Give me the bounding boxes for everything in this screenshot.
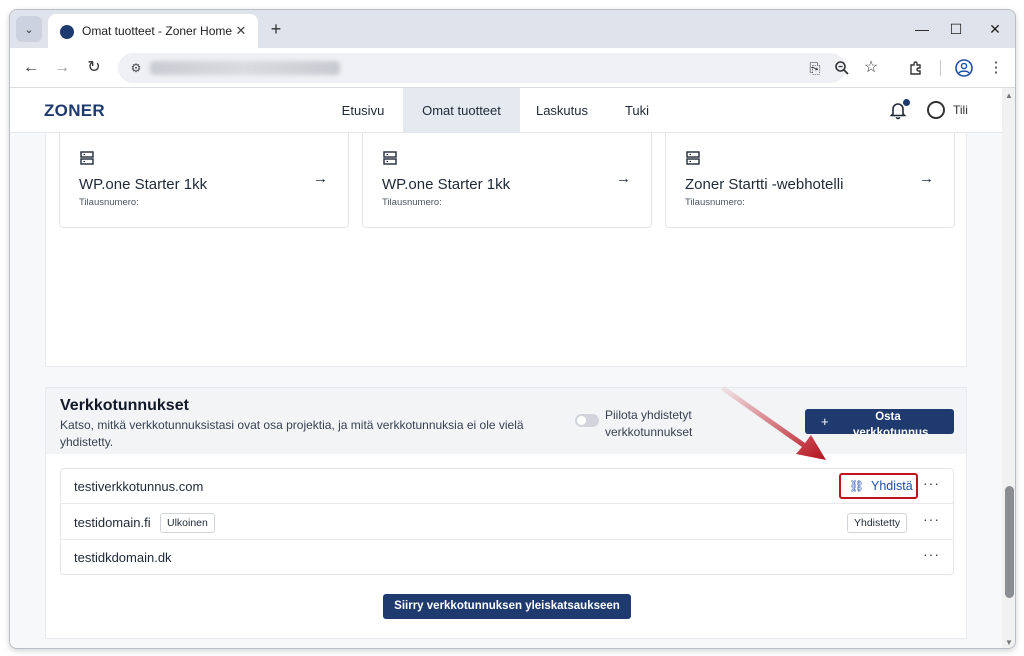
product-card[interactable]: WP.one Starter 1kk Tilausnumero: → <box>362 133 652 228</box>
zoom-icon[interactable] <box>834 60 850 76</box>
tab-omat-tuotteet[interactable]: Omat tuotteet - Zoner Home ✕ <box>48 14 258 48</box>
domain-name: testidkdomain.dk <box>74 550 172 565</box>
domain-row[interactable]: testidomain.fi Ulkoinen Yhdistetty ··· <box>61 505 953 540</box>
product-name: WP.one Starter 1kk <box>382 176 511 193</box>
more-options-button[interactable]: ··· <box>923 511 940 527</box>
domain-row[interactable]: testiverkkotunnus.com ⛓ Yhdistä ··· <box>61 469 953 504</box>
install-app-icon[interactable]: ⎘ <box>806 59 824 77</box>
domains-header: Verkkotunnukset Katso, mitkä verkkotunnu… <box>46 388 966 454</box>
minimize-button[interactable]: — <box>909 18 935 40</box>
domain-list: testiverkkotunnus.com ⛓ Yhdistä ··· test… <box>60 468 954 575</box>
buy-domain-label: Osta verkkotunnus <box>853 411 929 434</box>
product-card[interactable]: Zoner Startti -webhotelli Tilausnumero: … <box>665 133 955 228</box>
nav-laskutus[interactable]: Laskutus <box>527 88 597 133</box>
domain-name: testidomain.fi <box>74 515 151 530</box>
arrow-right-icon[interactable]: → <box>313 170 328 187</box>
nav-tuki[interactable]: Tuki <box>620 88 654 133</box>
scroll-down-icon[interactable]: ▼ <box>1005 638 1013 647</box>
hide-connected-toggle[interactable] <box>575 414 599 427</box>
domains-title: Verkkotunnukset <box>60 397 189 414</box>
link-icon: ⛓ <box>849 479 865 493</box>
arrow-right-icon[interactable]: → <box>616 170 631 187</box>
product-card[interactable]: WP.one Starter 1kk Tilausnumero: → <box>59 133 349 228</box>
url-text-blurred <box>150 61 340 75</box>
server-icon <box>80 151 94 165</box>
menu-icon[interactable]: ⋮ <box>985 57 1007 79</box>
notification-dot <box>903 99 910 106</box>
hide-connected-label[interactable]: Piilota yhdistetyt verkkotunnukset <box>605 407 725 441</box>
close-tab-icon[interactable]: ✕ <box>232 22 250 40</box>
page-scrollbar[interactable]: ▲ ▼ <box>1002 88 1015 648</box>
address-bar[interactable]: ⚙ ⎘ <box>118 53 846 83</box>
site-info-icon[interactable]: ⚙ <box>128 60 144 76</box>
account-label[interactable]: Tili <box>953 103 968 117</box>
order-number-label: Tilausnumero: <box>685 197 745 208</box>
arrow-left-icon[interactable]: ← <box>20 57 42 79</box>
connect-label: Yhdistä <box>871 479 913 493</box>
buy-domain-button[interactable]: + Osta verkkotunnus <box>805 409 954 434</box>
domain-row[interactable]: testidkdomain.dk ··· <box>61 540 953 575</box>
product-name: Zoner Startti -webhotelli <box>685 176 844 193</box>
tab-strip: ⌄ Omat tuotteet - Zoner Home ✕ + — ☐ ✕ <box>10 10 1015 48</box>
nav-omat-tuotteet[interactable]: Omat tuotteet <box>403 88 520 133</box>
reload-icon[interactable]: ↻ <box>83 57 105 79</box>
plus-icon: + <box>821 414 829 429</box>
domains-section: Verkkotunnukset Katso, mitkä verkkotunnu… <box>45 387 967 639</box>
profile-icon[interactable] <box>954 58 974 78</box>
arrow-right-icon[interactable]: → <box>51 57 73 79</box>
arrow-right-icon[interactable]: → <box>919 170 934 187</box>
bookmark-star-icon[interactable]: ☆ <box>860 57 882 79</box>
order-number-label: Tilausnumero: <box>382 197 442 208</box>
server-icon <box>686 151 700 165</box>
extensions-icon[interactable] <box>908 60 924 76</box>
toolbar-divider <box>940 60 941 76</box>
connect-button[interactable]: ⛓ Yhdistä <box>839 473 918 499</box>
scroll-thumb[interactable] <box>1005 486 1014 598</box>
product-name: WP.one Starter 1kk <box>79 176 208 193</box>
browser-window: ⌄ Omat tuotteet - Zoner Home ✕ + — ☐ ✕ ←… <box>9 9 1016 649</box>
tab-title: Omat tuotteet - Zoner Home <box>82 24 233 38</box>
products-panel: WP.one Starter 1kk Tilausnumero: → WP.on… <box>45 133 967 367</box>
domains-description: Katso, mitkä verkkotunnuksistasi ovat os… <box>60 418 524 449</box>
domain-overview-button[interactable]: Siirry verkkotunnuksen yleiskatsaukseen <box>383 594 631 619</box>
close-window-button[interactable]: ✕ <box>982 18 1008 40</box>
connected-badge: Yhdistetty <box>847 513 908 533</box>
page-viewport: ZONER Etusivu Omat tuotteet Laskutus Tuk… <box>10 88 1002 648</box>
new-tab-button[interactable]: + <box>265 18 287 40</box>
nav-etusivu[interactable]: Etusivu <box>330 88 396 133</box>
domain-name: testiverkkotunnus.com <box>74 479 204 494</box>
tab-search-button[interactable]: ⌄ <box>16 16 42 42</box>
server-icon <box>383 151 397 165</box>
order-number-label: Tilausnumero: <box>79 197 139 208</box>
toggle-knob <box>577 416 586 425</box>
site-header: ZONER Etusivu Omat tuotteet Laskutus Tuk… <box>10 88 1002 133</box>
browser-toolbar: ← → ↻ ⚙ ⎘ ☆ ⋮ <box>10 48 1015 88</box>
zoner-favicon-icon <box>60 25 74 39</box>
scroll-up-icon[interactable]: ▲ <box>1005 91 1013 100</box>
maximize-button[interactable]: ☐ <box>943 18 969 40</box>
zoner-logo[interactable]: ZONER <box>44 101 105 121</box>
more-options-button[interactable]: ··· <box>923 546 940 562</box>
more-options-button[interactable]: ··· <box>923 475 940 491</box>
external-badge: Ulkoinen <box>160 513 215 533</box>
account-icon[interactable] <box>927 101 945 119</box>
